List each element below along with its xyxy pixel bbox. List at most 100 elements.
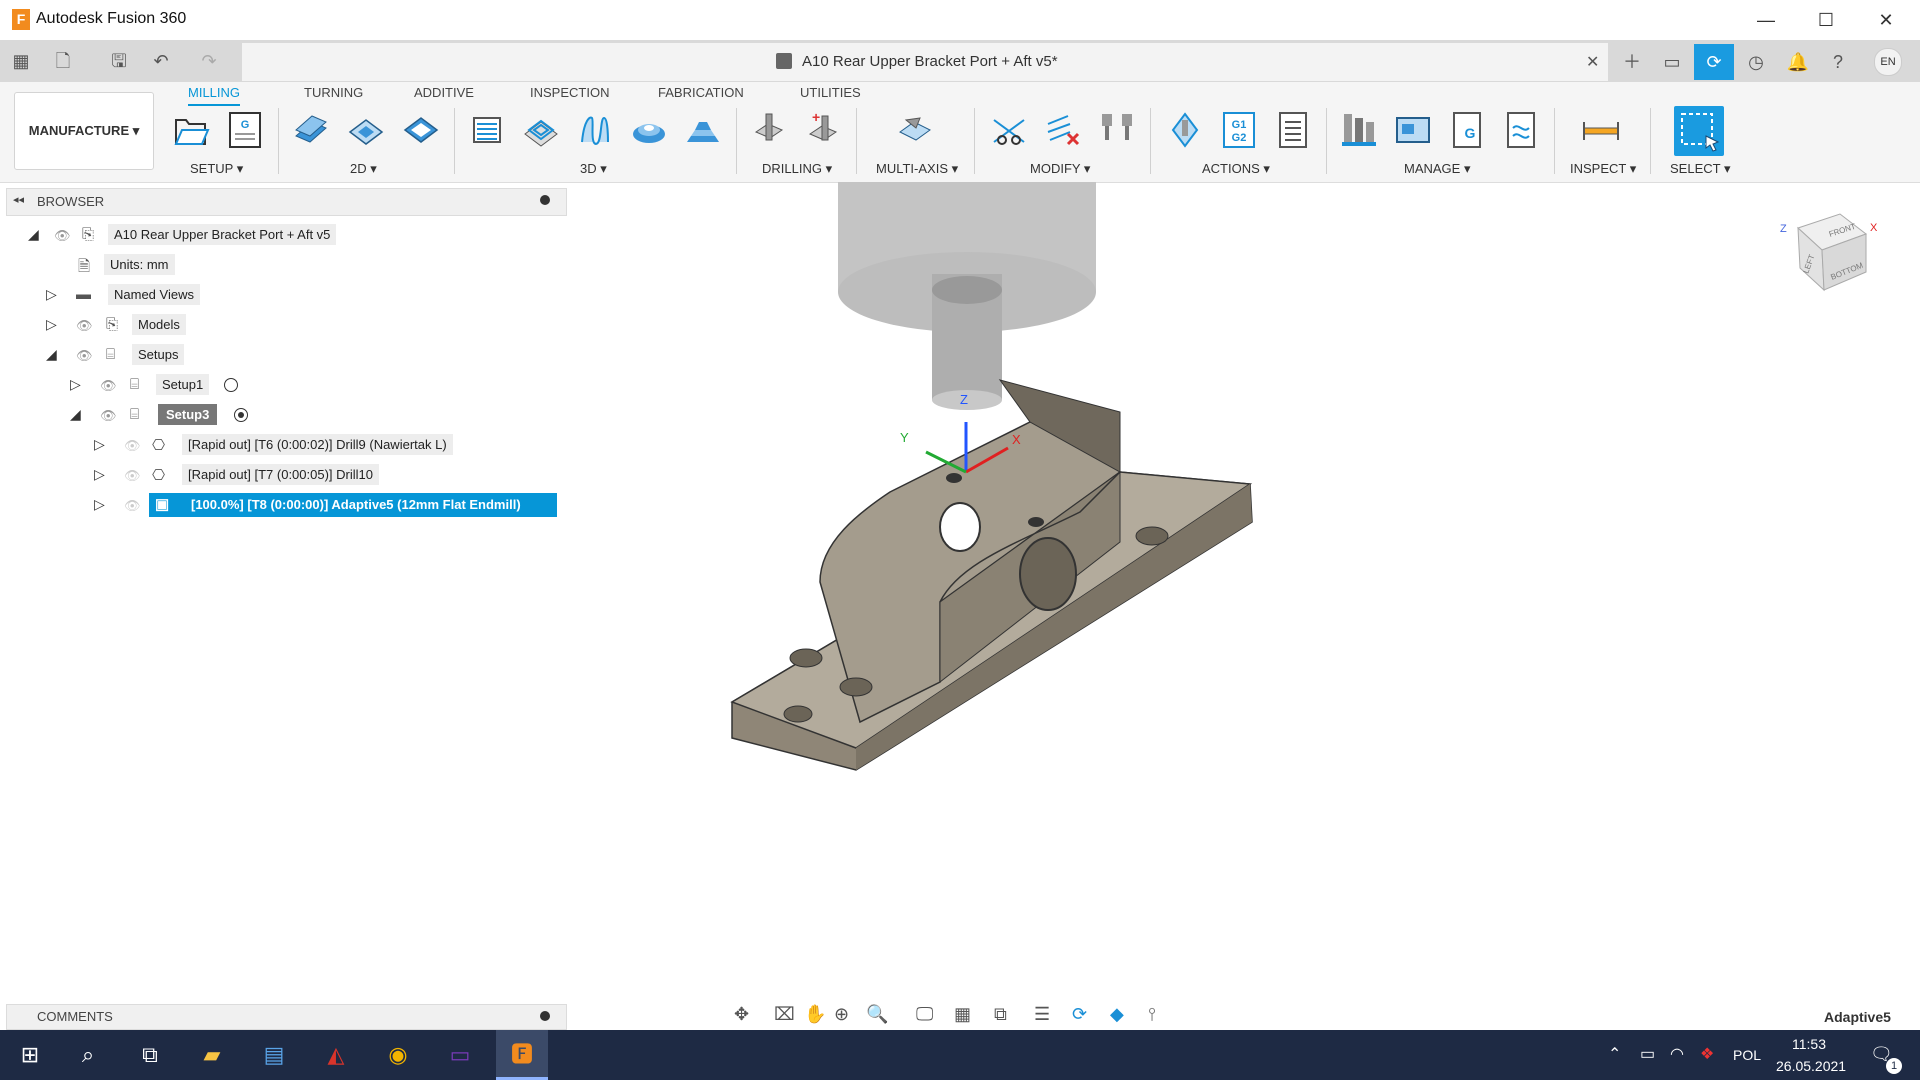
calculator-icon[interactable]: ▤ — [248, 1030, 300, 1080]
contour-icon[interactable] — [684, 110, 722, 150]
help-icon[interactable]: ? — [1818, 44, 1858, 80]
tab-additive[interactable]: ADDITIVE — [414, 85, 474, 100]
collapse-triangle-icon[interactable]: ◢ — [28, 226, 39, 243]
measure-icon[interactable] — [1582, 110, 1620, 150]
browser-pin-icon[interactable] — [540, 195, 550, 205]
visibility-eye-icon[interactable]: 👁 — [76, 348, 93, 364]
visibility-eye-icon[interactable]: 👁 — [54, 228, 71, 244]
group-setup[interactable]: SETUP ▾ — [190, 161, 243, 177]
face-icon[interactable] — [402, 110, 440, 150]
minimize-button[interactable]: — — [1746, 6, 1786, 34]
orbit-icon[interactable]: ✥ — [734, 1004, 749, 1025]
comments-icon[interactable]: ▭ — [1652, 44, 1692, 80]
activate-radio-icon[interactable] — [224, 378, 238, 392]
model-display-icon[interactable]: ◆ — [1110, 1004, 1124, 1025]
toolpath-rotate-icon[interactable]: ⟳ — [1072, 1004, 1087, 1025]
zoom-icon[interactable]: ⊕ — [834, 1004, 849, 1025]
select-button[interactable] — [1674, 106, 1724, 156]
expand-triangle-icon[interactable]: ▷ — [94, 496, 105, 513]
add-comment-icon[interactable] — [540, 1011, 550, 1021]
tool-display-icon[interactable]: ⫯ — [1148, 1004, 1156, 1025]
visibility-eye-icon[interactable]: 👁 — [100, 378, 117, 394]
active-radio-icon[interactable] — [234, 408, 248, 422]
pdf-reader-icon[interactable]: ◭ — [310, 1030, 362, 1080]
close-document-icon[interactable]: ✕ — [1586, 52, 1599, 72]
group-inspect[interactable]: INSPECT ▾ — [1570, 161, 1636, 177]
stock-icon[interactable]: ☰ — [1034, 1004, 1050, 1025]
collapse-triangle-icon[interactable]: ◢ — [70, 406, 81, 423]
2d-adaptive-icon[interactable] — [292, 110, 330, 150]
delete-toolpath-icon[interactable] — [1044, 110, 1082, 150]
3d-pocket-icon[interactable] — [522, 110, 560, 150]
redo-icon[interactable]: ↷ — [196, 48, 222, 74]
group-modify[interactable]: MODIFY ▾ — [1030, 161, 1090, 177]
collapse-browser-icon[interactable]: ◂◂ — [13, 193, 24, 206]
tray-chevron-icon[interactable]: ⌃ — [1608, 1044, 1621, 1064]
pan-hand-icon[interactable]: ✋ — [804, 1004, 826, 1025]
viewport-3d[interactable]: Z X Y FRONT LEFT BOTTOM Z X — [560, 182, 1920, 1000]
maximize-button[interactable]: ☐ — [1806, 6, 1846, 34]
setup-sheet-icon[interactable] — [1274, 110, 1312, 150]
workspace-switcher-button[interactable]: MANUFACTURE ▾ — [14, 92, 154, 170]
language-indicator[interactable]: POL — [1733, 1047, 1761, 1063]
look-at-icon[interactable]: ⌧ — [774, 1004, 795, 1025]
group-drilling[interactable]: DRILLING ▾ — [762, 161, 832, 177]
tab-utilities[interactable]: UTILITIES — [800, 85, 861, 100]
fit-icon[interactable]: 🔍 — [866, 1004, 888, 1025]
search-icon[interactable]: ⌕ — [62, 1030, 114, 1080]
tab-inspection[interactable]: INSPECTION — [530, 85, 609, 100]
task-view-icon[interactable]: ⧉ — [124, 1030, 176, 1080]
tool-library-icon[interactable] — [1340, 110, 1378, 150]
hidden-eye-icon[interactable]: 👁 — [124, 498, 141, 514]
group-actions[interactable]: ACTIONS ▾ — [1202, 161, 1270, 177]
parallel-icon[interactable] — [576, 110, 614, 150]
close-window-button[interactable]: ✕ — [1866, 6, 1906, 34]
data-panel-grid-icon[interactable]: ▦ — [8, 48, 34, 74]
fusion-taskbar-icon[interactable]: 🅵 — [496, 1030, 548, 1080]
group-select[interactable]: SELECT ▾ — [1670, 161, 1730, 177]
tab-turning[interactable]: TURNING — [304, 85, 363, 100]
terminal-icon[interactable]: ▭ — [434, 1030, 486, 1080]
windows-start-icon[interactable]: ⊞ — [4, 1030, 56, 1080]
hidden-eye-icon[interactable]: 👁 — [124, 438, 141, 454]
wifi-icon[interactable]: ◠ — [1670, 1044, 1684, 1064]
visibility-eye-icon[interactable]: 👁 — [100, 408, 117, 424]
expand-triangle-icon[interactable]: ▷ — [46, 316, 57, 333]
file-explorer-icon[interactable]: ▰ — [186, 1030, 238, 1080]
post-library-icon[interactable]: G — [1448, 110, 1486, 150]
trim-icon[interactable] — [990, 110, 1028, 150]
dropbox-icon[interactable]: ❖ — [1700, 1044, 1714, 1064]
hole-recognition-icon[interactable]: + — [804, 110, 842, 150]
undo-icon[interactable]: ↶ — [148, 48, 174, 74]
tab-milling[interactable]: MILLING — [188, 85, 241, 106]
tool-compare-icon[interactable] — [1098, 110, 1136, 150]
expand-triangle-icon[interactable]: ▷ — [94, 436, 105, 453]
notifications-bell-icon[interactable]: 🔔 — [1778, 44, 1818, 80]
multi-axis-icon[interactable] — [896, 110, 934, 150]
group-2d[interactable]: 2D ▾ — [350, 161, 377, 177]
hidden-eye-icon[interactable]: 👁 — [124, 468, 141, 484]
scallop-icon[interactable] — [630, 110, 668, 150]
visibility-eye-icon[interactable]: 👁 — [76, 318, 93, 334]
job-status-icon[interactable]: ◷ — [1736, 44, 1776, 80]
chrome-icon[interactable]: ◉ — [372, 1030, 424, 1080]
extensions-icon[interactable]: ⟳ — [1694, 44, 1734, 80]
file-menu-icon[interactable]: 🗋 — [50, 48, 76, 74]
display-settings-icon[interactable]: 🖵 — [916, 1004, 933, 1025]
expand-triangle-icon[interactable]: ▷ — [70, 376, 81, 393]
nc-program-icon[interactable]: G — [226, 110, 264, 150]
new-tab-icon[interactable]: ＋ — [1612, 44, 1652, 80]
expand-triangle-icon[interactable]: ▷ — [46, 286, 57, 303]
save-icon[interactable]: 🖫 — [106, 48, 132, 74]
clock-date[interactable]: 26.05.2021 — [1776, 1058, 1846, 1074]
post-process-icon[interactable]: G1G2 — [1220, 110, 1258, 150]
machine-library-icon[interactable] — [1394, 110, 1432, 150]
viewcube[interactable]: FRONT LEFT BOTTOM Z X — [1780, 213, 1878, 292]
template-library-icon[interactable] — [1502, 110, 1540, 150]
2d-pocket-icon[interactable] — [347, 110, 385, 150]
viewports-icon[interactable]: ⧉ — [994, 1004, 1007, 1025]
expand-triangle-icon[interactable]: ▷ — [94, 466, 105, 483]
user-avatar[interactable]: EN — [1874, 48, 1902, 76]
tree-op-adaptive5-selected[interactable]: ▣ [100.0%] [T8 (0:00:00)] Adaptive5 (12m… — [149, 493, 557, 517]
battery-icon[interactable]: ▭ — [1640, 1044, 1655, 1064]
